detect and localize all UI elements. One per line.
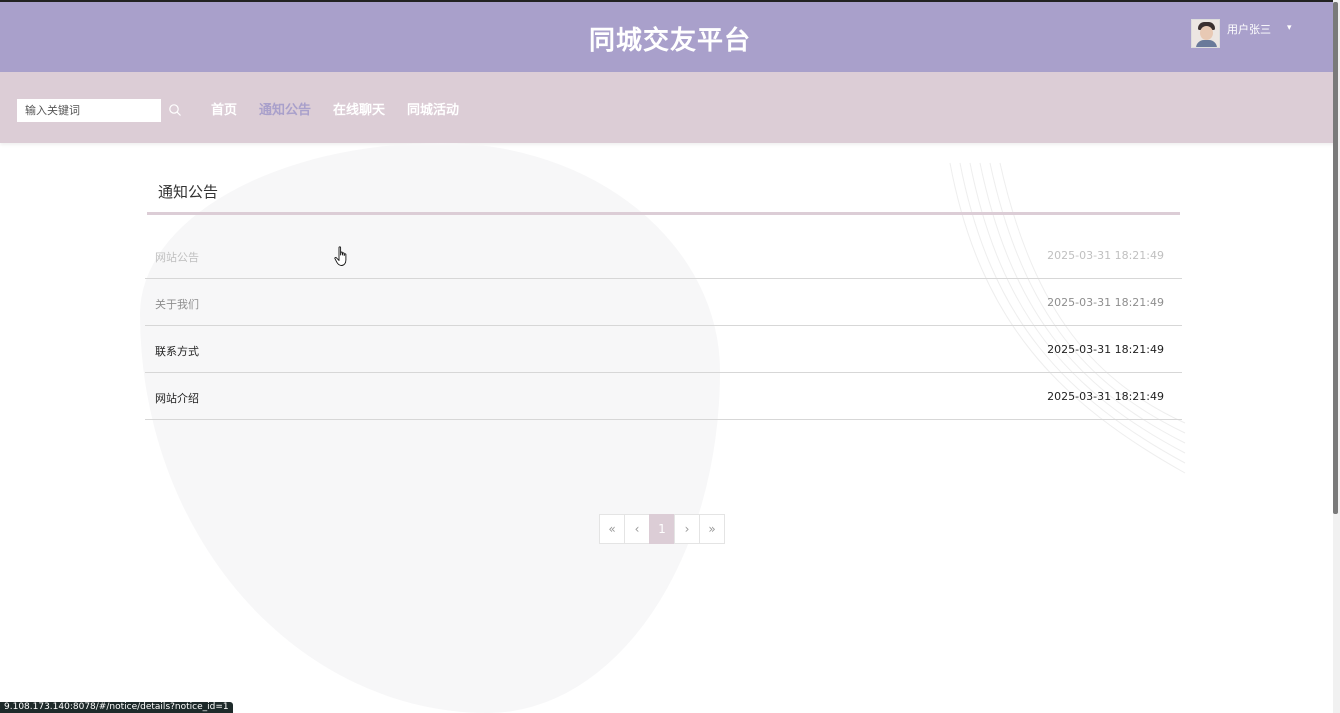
site-title: 同城交友平台	[588, 26, 751, 56]
background-decoration	[140, 143, 720, 713]
avatar[interactable]	[1191, 19, 1220, 48]
notice-title[interactable]: 网站介绍	[155, 390, 199, 406]
last-page-button[interactable]: »	[699, 514, 725, 544]
notice-title[interactable]: 关于我们	[155, 296, 199, 312]
username-label[interactable]: 用户张三	[1227, 21, 1271, 37]
current-page-button[interactable]: 1	[649, 514, 675, 544]
search-input[interactable]	[17, 99, 161, 122]
notice-row[interactable]: 关于我们 2025-03-31 18:21:49	[145, 279, 1182, 326]
notice-date: 2025-03-31 18:21:49	[1047, 390, 1164, 403]
search-icon[interactable]	[168, 103, 182, 117]
navbar: 首页 通知公告 在线聊天 同城活动	[0, 72, 1340, 143]
notice-row[interactable]: 联系方式 2025-03-31 18:21:49	[145, 326, 1182, 373]
nav-notices[interactable]: 通知公告	[259, 99, 311, 118]
user-menu[interactable]: 用户张三 ▾	[1191, 19, 1292, 49]
nav-local-events[interactable]: 同城活动	[407, 99, 459, 118]
site-header: 同城交友平台 用户张三 ▾	[0, 2, 1340, 72]
caret-down-icon[interactable]: ▾	[1287, 23, 1292, 33]
notice-date: 2025-03-31 18:21:49	[1047, 343, 1164, 356]
notice-date: 2025-03-31 18:21:49	[1047, 249, 1164, 262]
hand-pointer-icon	[334, 246, 347, 266]
next-page-button[interactable]: ›	[674, 514, 700, 544]
first-page-button[interactable]: «	[599, 514, 625, 544]
pagination: « ‹ 1 › »	[599, 514, 725, 544]
notice-title[interactable]: 联系方式	[155, 343, 199, 359]
nav-home[interactable]: 首页	[211, 99, 237, 118]
notice-list: 网站公告 2025-03-31 18:21:49 关于我们 2025-03-31…	[145, 232, 1182, 420]
notice-title[interactable]: 网站公告	[155, 249, 199, 265]
notice-date: 2025-03-31 18:21:49	[1047, 296, 1164, 309]
prev-page-button[interactable]: ‹	[624, 514, 650, 544]
page-title: 通知公告	[158, 183, 219, 201]
status-bar-url: 9.108.173.140:8078/#/notice/details?noti…	[0, 702, 233, 713]
notice-row[interactable]: 网站公告 2025-03-31 18:21:49	[145, 232, 1182, 279]
notice-row[interactable]: 网站介绍 2025-03-31 18:21:49	[145, 373, 1182, 420]
scrollbar-thumb[interactable]	[1333, 2, 1338, 514]
title-divider	[147, 212, 1180, 215]
scrollbar[interactable]	[1333, 0, 1340, 713]
nav-online-chat[interactable]: 在线聊天	[333, 99, 385, 118]
